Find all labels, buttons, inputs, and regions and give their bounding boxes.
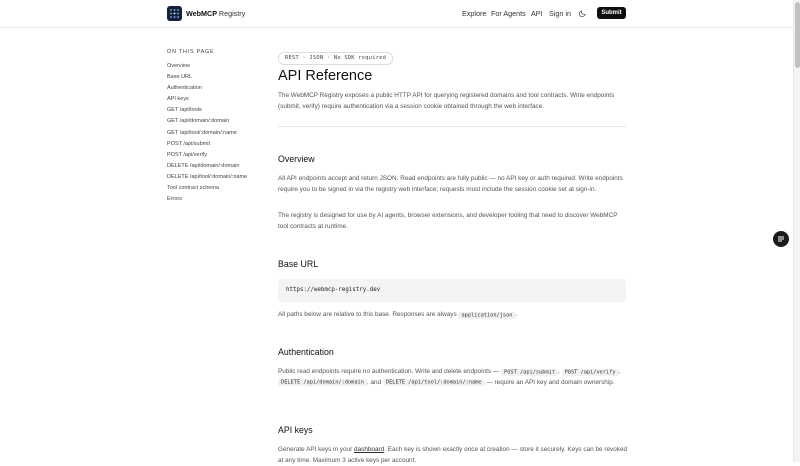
dashboard-link[interactable]: dashboard — [354, 446, 384, 453]
submit-button[interactable]: Submit — [597, 7, 626, 19]
theme-toggle-moon-icon[interactable] — [579, 9, 587, 17]
nav-sign-in[interactable]: Sign in — [549, 9, 571, 18]
toc-item-tool-contract-schema[interactable]: Tool contract schema — [167, 183, 247, 194]
code-post-submit: POST /api/submit — [501, 368, 559, 376]
base-url-value: https://webmcp-registry.dev — [286, 287, 381, 293]
api-tags-pill: REST · JSON · No SDK required — [278, 52, 394, 65]
api-keys-heading: API keys — [278, 425, 313, 435]
intro-paragraph: The WebMCP Registry exposes a public HTT… — [278, 92, 615, 110]
code-post-verify: POST /api/verify — [561, 368, 619, 376]
toc-item-delete-domain[interactable]: DELETE /api/domain/:domain — [167, 161, 247, 172]
toc-item-delete-tool[interactable]: DELETE /api/tool/:domain/:name — [167, 172, 247, 183]
auth-text-1: Public read endpoints require no authent… — [278, 368, 500, 375]
auth-text-5: — require an API key and domain ownershi… — [486, 378, 615, 386]
toc-item-overview[interactable]: Overview — [167, 61, 247, 72]
nav-explore[interactable]: Explore — [462, 9, 486, 18]
toc-item-get-tool[interactable]: GET /api/tool/:domain/:name — [167, 128, 247, 139]
overview-paragraph-2: The registry is designed for use by AI a… — [278, 212, 618, 230]
top-header: WebMCP Registry Explore For Agents API S… — [0, 0, 793, 28]
toc-item-errors[interactable]: Errors — [167, 194, 247, 205]
scrollbar-thumb[interactable] — [795, 2, 800, 68]
authentication-paragraph: Public read endpoints require no authent… — [278, 367, 628, 388]
auth-text-2: , — [558, 368, 560, 375]
brand-suffix: Registry — [218, 9, 246, 18]
base-url-heading: Base URL — [278, 259, 319, 269]
api-keys-text-1: Generate API keys in your — [278, 446, 353, 453]
toc-list: Overview Base URL Authentication API key… — [167, 61, 247, 205]
base-url-code-block[interactable]: https://webmcp-registry.dev — [278, 279, 626, 302]
page-scrollbar[interactable] — [793, 0, 800, 462]
api-keys-paragraph: Generate API keys in your dashboard. Eac… — [278, 445, 628, 466]
code-delete-tool: DELETE /api/tool/:domain/:name — [382, 379, 485, 386]
nav-for-agents[interactable]: For Agents — [491, 9, 526, 18]
base-url-text: All paths below are relative to this bas… — [278, 311, 457, 318]
page-title: API Reference — [278, 68, 373, 84]
floating-menu-icon[interactable] — [773, 231, 789, 247]
base-url-text-end: . — [515, 311, 518, 318]
toc-item-post-submit[interactable]: POST /api/submit — [167, 139, 247, 150]
auth-text-4: , and — [366, 378, 382, 386]
authentication-heading: Authentication — [278, 347, 334, 357]
toc-item-get-tools[interactable]: GET /api/tools — [167, 105, 247, 116]
code-delete-domain: DELETE /api/domain/:domain — [278, 379, 367, 386]
toc-item-api-keys[interactable]: API keys — [167, 94, 247, 105]
webmcp-logo-icon[interactable] — [167, 6, 182, 21]
main-content: REST · JSON · No SDK required — [278, 46, 626, 65]
auth-text-3: , — [618, 368, 621, 375]
toc-item-authentication[interactable]: Authentication — [167, 83, 247, 94]
content-type-code: application/json — [458, 311, 516, 319]
nav-api[interactable]: API — [531, 9, 543, 18]
overview-paragraph-1: All API endpoints accept and return JSON… — [278, 175, 623, 193]
toc-title: ON THIS PAGE — [167, 49, 215, 55]
overview-heading: Overview — [278, 154, 315, 164]
toc-item-base-url[interactable]: Base URL — [167, 72, 247, 83]
base-url-paragraph: All paths below are relative to this bas… — [278, 310, 628, 321]
brand-name[interactable]: WebMCP Registry — [186, 9, 245, 18]
brand-primary: WebMCP — [186, 9, 217, 18]
toc-item-get-domain[interactable]: GET /api/domain/:domain — [167, 116, 247, 127]
toc-item-post-verify[interactable]: POST /api/verify — [167, 150, 247, 161]
section-divider — [278, 126, 626, 127]
